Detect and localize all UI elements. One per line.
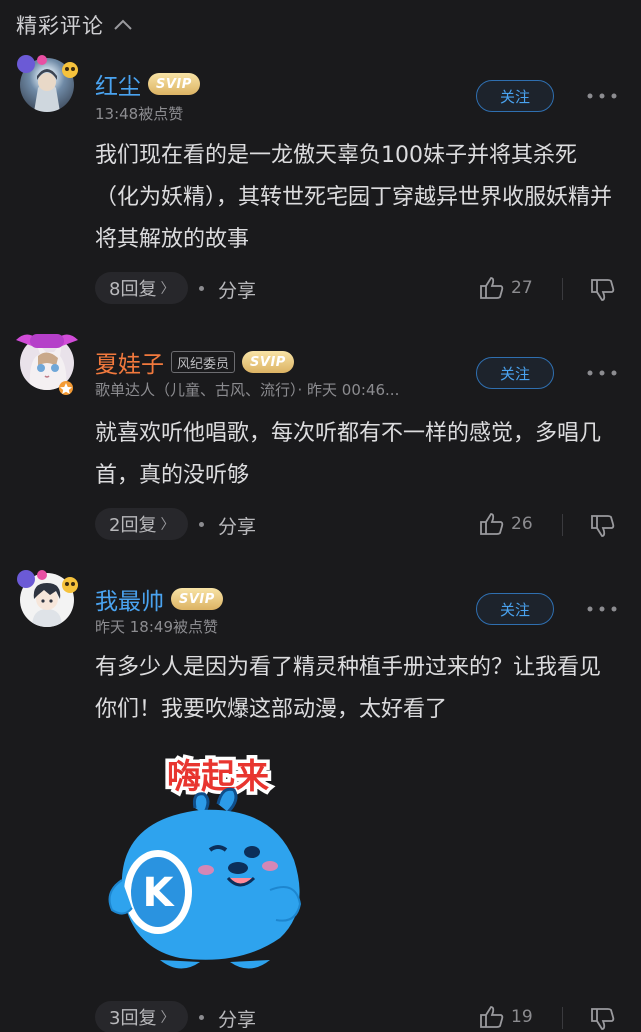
follow-button[interactable]: 关注 bbox=[476, 357, 554, 389]
svip-badge: SVIP bbox=[242, 351, 294, 373]
share-button[interactable]: 分享 bbox=[218, 512, 256, 539]
section-title: 精彩评论 bbox=[16, 14, 104, 38]
divider bbox=[562, 1007, 563, 1029]
comment-text: 就喜欢听他唱歌，每次听都有不一样的感觉，多唱几首，真的没听够 bbox=[95, 421, 602, 488]
reply-button[interactable]: 2回复〉 bbox=[95, 508, 189, 540]
username[interactable]: 我最帅 bbox=[95, 582, 164, 616]
chevron-right-icon: 〉 bbox=[160, 517, 175, 533]
more-icon[interactable] bbox=[586, 368, 618, 378]
thumbs-down-icon[interactable] bbox=[590, 514, 616, 538]
comment-meta: 昨天 18:49被点赞 bbox=[95, 618, 218, 636]
reply-count: 2回复 bbox=[109, 515, 157, 536]
separator-dot bbox=[199, 1015, 204, 1020]
more-icon[interactable] bbox=[586, 91, 618, 101]
username[interactable]: 夏娃子 bbox=[95, 345, 164, 379]
share-button[interactable]: 分享 bbox=[218, 276, 256, 303]
like-count: 26 bbox=[511, 514, 533, 534]
like-count: 19 bbox=[511, 1007, 533, 1027]
chevron-right-icon: 〉 bbox=[160, 1010, 175, 1026]
thumbs-down-icon[interactable] bbox=[590, 278, 616, 302]
svip-badge: SVIP bbox=[148, 73, 200, 95]
more-icon[interactable] bbox=[586, 604, 618, 614]
comment-text: 有多少人是因为看了精灵种植手册过来的？让我看见你们！我要吹爆这部动漫，太好看了 bbox=[95, 655, 602, 722]
avatar[interactable] bbox=[12, 328, 82, 398]
role-badge: 风纪委员 bbox=[171, 351, 236, 373]
like-count: 27 bbox=[511, 278, 533, 298]
divider bbox=[562, 278, 563, 300]
reply-count: 3回复 bbox=[109, 1008, 157, 1029]
thumbs-up-icon bbox=[480, 277, 504, 299]
divider bbox=[562, 514, 563, 536]
reply-button[interactable]: 8回复〉 bbox=[95, 272, 189, 304]
sticker-caption: 嗨起来 bbox=[167, 757, 269, 797]
avatar[interactable] bbox=[12, 50, 82, 120]
comment-text: 我们现在看的是一龙傲天辜负100妹子并将其杀死（化为妖精），其转世死宅园丁穿越异… bbox=[95, 143, 613, 252]
follow-button[interactable]: 关注 bbox=[476, 593, 554, 625]
share-button[interactable]: 分享 bbox=[218, 1005, 256, 1032]
thumbs-up-icon bbox=[480, 1006, 504, 1028]
avatar[interactable] bbox=[12, 565, 82, 635]
thumbs-up-icon bbox=[480, 513, 504, 535]
reply-count: 8回复 bbox=[109, 279, 157, 300]
thumbs-down-icon[interactable] bbox=[590, 1007, 616, 1031]
comment-meta: 歌单达人（儿童、古风、流行）· 昨天 00:46... bbox=[95, 381, 400, 399]
sticker-image[interactable]: 嗨起来 嗨起来 K bbox=[100, 740, 328, 976]
sticker-k-badge: K bbox=[143, 870, 176, 916]
separator-dot bbox=[199, 286, 204, 291]
reply-button[interactable]: 3回复〉 bbox=[95, 1001, 189, 1032]
username[interactable]: 红尘 bbox=[95, 67, 141, 101]
chevron-up-icon[interactable] bbox=[112, 14, 134, 36]
like-button[interactable]: 26 bbox=[479, 512, 533, 536]
chevron-right-icon: 〉 bbox=[160, 281, 175, 297]
follow-button[interactable]: 关注 bbox=[476, 80, 554, 112]
svip-badge: SVIP bbox=[171, 588, 223, 610]
comment-meta: 13:48被点赞 bbox=[95, 105, 184, 123]
like-button[interactable]: 27 bbox=[479, 276, 533, 300]
section-header[interactable]: 精彩评论 bbox=[16, 8, 134, 42]
like-button[interactable]: 19 bbox=[479, 1005, 533, 1029]
separator-dot bbox=[199, 522, 204, 527]
